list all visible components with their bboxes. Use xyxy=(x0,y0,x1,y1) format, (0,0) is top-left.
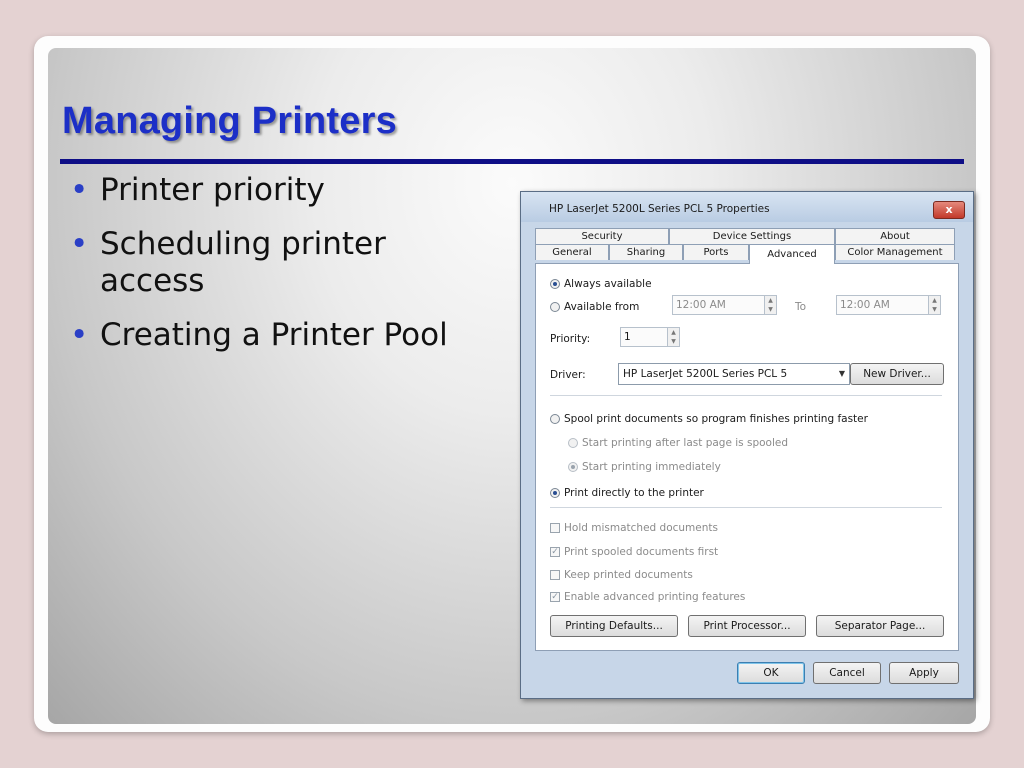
print-spooled-first-checkbox[interactable]: ✓ xyxy=(550,547,560,557)
print-processor-button[interactable]: Print Processor... xyxy=(688,615,806,637)
priority-spinner[interactable]: ▲ ▼ xyxy=(667,327,680,347)
tab-about[interactable]: About xyxy=(835,228,955,244)
tab-advanced[interactable]: Advanced xyxy=(749,244,835,264)
advanced-features-label: Enable advanced printing features xyxy=(564,591,746,603)
spool-option[interactable]: Spool print documents so program finishe… xyxy=(550,413,868,425)
bullet-item: Creating a Printer Pool xyxy=(70,317,500,354)
from-time-input[interactable]: 12:00 AM xyxy=(672,295,768,315)
start-after-last-radio[interactable] xyxy=(568,438,578,448)
keep-printed-option[interactable]: Keep printed documents xyxy=(550,569,693,581)
driver-select-value: HP LaserJet 5200L Series PCL 5 xyxy=(623,368,788,380)
close-button[interactable]: x xyxy=(933,201,965,219)
spin-down-icon[interactable]: ▼ xyxy=(765,305,776,314)
spin-down-icon[interactable]: ▼ xyxy=(668,337,679,346)
spin-up-icon[interactable]: ▲ xyxy=(765,296,776,305)
tab-ports[interactable]: Ports xyxy=(683,244,749,260)
spin-down-icon[interactable]: ▼ xyxy=(929,305,940,314)
separator-page-button[interactable]: Separator Page... xyxy=(816,615,944,637)
keep-printed-checkbox[interactable] xyxy=(550,570,560,580)
start-after-last-label: Start printing after last page is spoole… xyxy=(582,437,789,449)
hold-mismatched-label: Hold mismatched documents xyxy=(564,522,718,534)
to-label: To xyxy=(795,301,807,313)
print-spooled-first-label: Print spooled documents first xyxy=(564,546,719,558)
printer-properties-dialog: HP LaserJet 5200L Series PCL 5 Propertie… xyxy=(520,191,974,699)
start-immediately-option[interactable]: Start printing immediately xyxy=(568,461,721,473)
start-after-last-option[interactable]: Start printing after last page is spoole… xyxy=(568,437,788,449)
keep-printed-label: Keep printed documents xyxy=(564,569,693,581)
advanced-features-checkbox[interactable]: ✓ xyxy=(550,592,560,602)
chevron-down-icon: ▼ xyxy=(838,369,845,378)
advanced-features-option[interactable]: ✓ Enable advanced printing features xyxy=(550,591,745,603)
start-immediately-label: Start printing immediately xyxy=(582,461,721,473)
always-available-label: Always available xyxy=(564,278,652,290)
always-available-radio[interactable] xyxy=(550,279,560,289)
cancel-button[interactable]: Cancel xyxy=(813,662,881,684)
spool-radio[interactable] xyxy=(550,414,560,424)
available-from-radio[interactable] xyxy=(550,302,560,312)
title-underline xyxy=(60,159,964,164)
apply-button[interactable]: Apply xyxy=(889,662,959,684)
dialog-title: HP LaserJet 5200L Series PCL 5 Propertie… xyxy=(549,203,770,215)
tab-sharing[interactable]: Sharing xyxy=(609,244,683,260)
available-from-label: Available from xyxy=(564,301,640,313)
print-spooled-first-option[interactable]: ✓ Print spooled documents first xyxy=(550,546,718,558)
hold-mismatched-checkbox[interactable] xyxy=(550,523,560,533)
close-icon: x xyxy=(945,203,953,216)
bullet-item: Printer priority xyxy=(70,172,500,209)
spin-up-icon[interactable]: ▲ xyxy=(929,296,940,305)
print-direct-label: Print directly to the printer xyxy=(564,487,704,499)
tab-strip: Security Device Settings About General S… xyxy=(535,228,959,266)
tab-security[interactable]: Security xyxy=(535,228,669,244)
tab-general[interactable]: General xyxy=(535,244,609,260)
tab-color-management[interactable]: Color Management xyxy=(835,244,955,260)
new-driver-button[interactable]: New Driver... xyxy=(850,363,944,385)
always-available-option[interactable]: Always available xyxy=(550,278,652,290)
print-direct-radio[interactable] xyxy=(550,488,560,498)
spin-up-icon[interactable]: ▲ xyxy=(668,328,679,337)
bullet-item: Scheduling printer access xyxy=(70,226,500,300)
divider xyxy=(550,395,942,396)
priority-label: Priority: xyxy=(550,333,591,345)
driver-label: Driver: xyxy=(550,369,586,381)
tab-device-settings[interactable]: Device Settings xyxy=(669,228,835,244)
spool-label: Spool print documents so program finishe… xyxy=(564,413,868,425)
to-time-spinner[interactable]: ▲ ▼ xyxy=(928,295,941,315)
available-from-option[interactable]: Available from xyxy=(550,301,639,313)
advanced-panel: Always available Available from 12:00 AM… xyxy=(535,263,959,651)
from-time-spinner[interactable]: ▲ ▼ xyxy=(764,295,777,315)
priority-input[interactable]: 1 xyxy=(620,327,668,347)
driver-select[interactable]: HP LaserJet 5200L Series PCL 5 ▼ xyxy=(618,363,850,385)
hold-mismatched-option[interactable]: Hold mismatched documents xyxy=(550,522,718,534)
start-immediately-radio[interactable] xyxy=(568,462,578,472)
ok-button[interactable]: OK xyxy=(737,662,805,684)
print-direct-option[interactable]: Print directly to the printer xyxy=(550,487,704,499)
slide-title: Managing Printers xyxy=(62,100,397,142)
printing-defaults-button[interactable]: Printing Defaults... xyxy=(550,615,678,637)
dialog-titlebar: HP LaserJet 5200L Series PCL 5 Propertie… xyxy=(521,192,973,222)
divider xyxy=(550,507,942,508)
to-time-input[interactable]: 12:00 AM xyxy=(836,295,932,315)
bullet-list: Printer priority Scheduling printer acce… xyxy=(70,172,500,371)
